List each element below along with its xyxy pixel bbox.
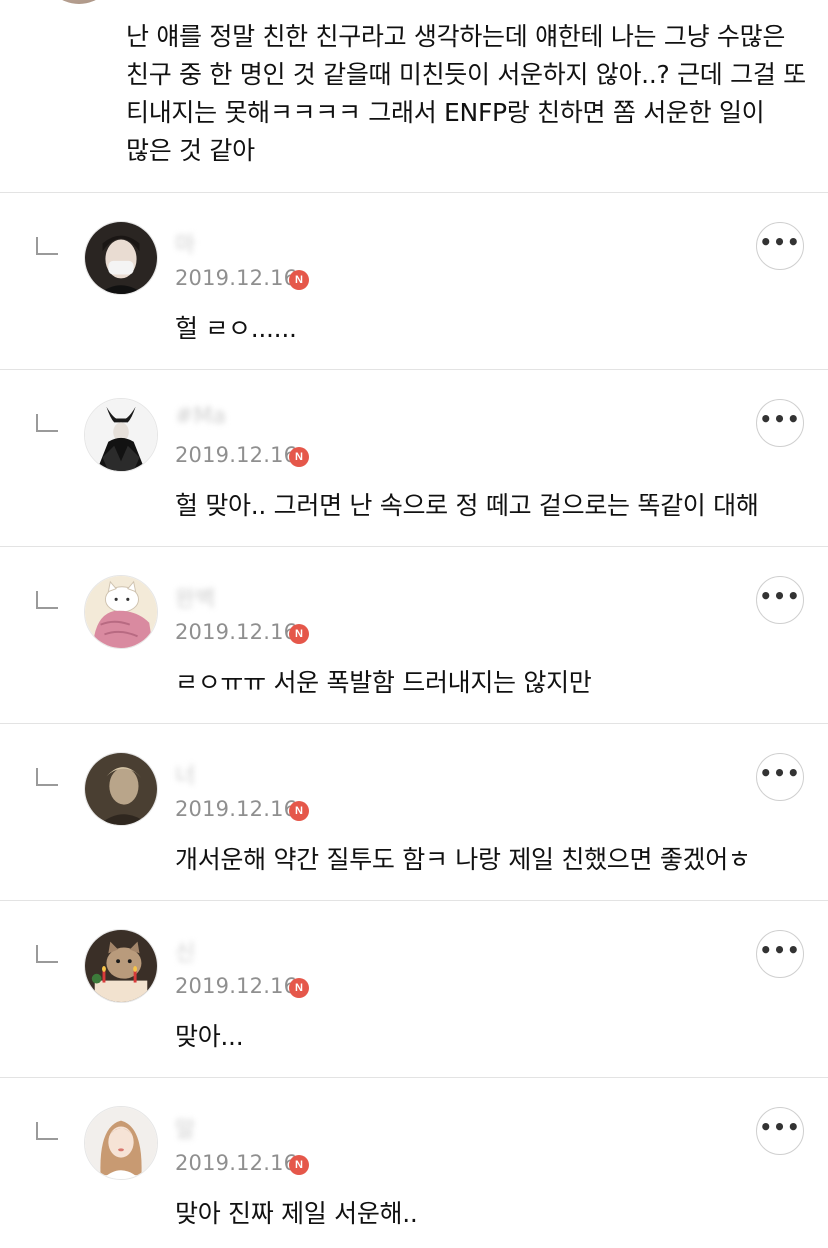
comment-text: ㄹㅇㅠㅠ 서운 폭발함 드러내지는 않지만	[175, 668, 592, 697]
comment-date: 2019.12.16	[175, 797, 298, 821]
nickname[interactable]: #Ma	[175, 404, 226, 429]
comment-date: 2019.12.16	[175, 1151, 298, 1175]
nickname[interactable]: 말	[175, 1112, 195, 1144]
comment-text: 헐 맞아.. 그러면 난 속으로 정 떼고 겉으로는 똑같이 대해	[175, 491, 759, 520]
more-options-button[interactable]: •••	[756, 399, 804, 447]
woman-portrait-avatar[interactable]	[84, 1106, 158, 1180]
new-badge: N	[289, 801, 309, 821]
comment-text: 개서운해 약간 질투도 함ㅋ 나랑 제일 친했으면 좋겠어ㅎ	[175, 845, 751, 874]
more-dots-icon: •••	[759, 407, 801, 431]
reply-arrow-icon	[36, 768, 58, 786]
comment-date: 2019.12.16	[175, 974, 298, 998]
top-comment-avatar[interactable]	[42, 0, 116, 4]
more-options-button[interactable]: •••	[756, 1107, 804, 1155]
more-options-button[interactable]: •••	[756, 753, 804, 801]
nickname[interactable]: 마	[175, 227, 195, 259]
reply-item: 완벽 2019.12.16 N ㄹㅇㅠㅠ 서운 폭발함 드러내지는 않지만 ••…	[0, 547, 828, 724]
more-dots-icon: •••	[759, 761, 801, 785]
nickname[interactable]: 너	[175, 758, 195, 790]
sepia-portrait-avatar[interactable]	[84, 752, 158, 826]
new-badge: N	[289, 978, 309, 998]
reply-arrow-icon	[36, 237, 58, 255]
comment-date: 2019.12.16	[175, 443, 298, 467]
new-badge: N	[289, 270, 309, 290]
more-dots-icon: •••	[759, 230, 801, 254]
cat-blanket-avatar[interactable]	[84, 575, 158, 649]
more-dots-icon: •••	[759, 1115, 801, 1139]
more-dots-icon: •••	[759, 584, 801, 608]
masked-person-avatar[interactable]	[84, 221, 158, 295]
cat-cake-avatar[interactable]	[84, 929, 158, 1003]
reply-item: 너 2019.12.16 N 개서운해 약간 질투도 함ㅋ 나랑 제일 친했으면…	[0, 724, 828, 901]
top-comment-text: 난 얘를 정말 친한 친구라고 생각하는데 얘한테 나는 그냥 수많은 친구 중…	[126, 22, 806, 165]
comment-date: 2019.12.16	[175, 266, 298, 290]
reply-arrow-icon	[36, 1122, 58, 1140]
comment-text: 맞아 진짜 제일 서운해..	[175, 1199, 418, 1228]
comment-thread: 난 얘를 정말 친한 친구라고 생각하는데 얘한테 나는 그냥 수많은 친구 중…	[0, 0, 828, 1248]
more-options-button[interactable]: •••	[756, 576, 804, 624]
reply-arrow-icon	[36, 945, 58, 963]
reply-item: 신 2019.12.16 N 맞아... •••	[0, 901, 828, 1078]
reply-item: #Ma 2019.12.16 N 헐 맞아.. 그러면 난 속으로 정 떼고 겉…	[0, 370, 828, 547]
comment-date: 2019.12.16	[175, 620, 298, 644]
more-dots-icon: •••	[759, 938, 801, 962]
reply-arrow-icon	[36, 414, 58, 432]
nickname[interactable]: 완벽	[175, 581, 215, 613]
new-badge: N	[289, 1155, 309, 1175]
reply-item: 마 2019.12.16 N 헐 ㄹㅇ...... •••	[0, 193, 828, 370]
nickname[interactable]: 신	[175, 935, 195, 967]
comment-text: 헐 ㄹㅇ......	[175, 314, 297, 343]
new-badge: N	[289, 624, 309, 644]
more-options-button[interactable]: •••	[756, 930, 804, 978]
new-badge: N	[289, 447, 309, 467]
reply-arrow-icon	[36, 591, 58, 609]
reply-item: 말 2019.12.16 N 맞아 진짜 제일 서운해.. •••	[0, 1078, 828, 1248]
more-options-button[interactable]: •••	[756, 222, 804, 270]
maleficent-avatar[interactable]	[84, 398, 158, 472]
comment-text: 맞아...	[175, 1022, 244, 1051]
